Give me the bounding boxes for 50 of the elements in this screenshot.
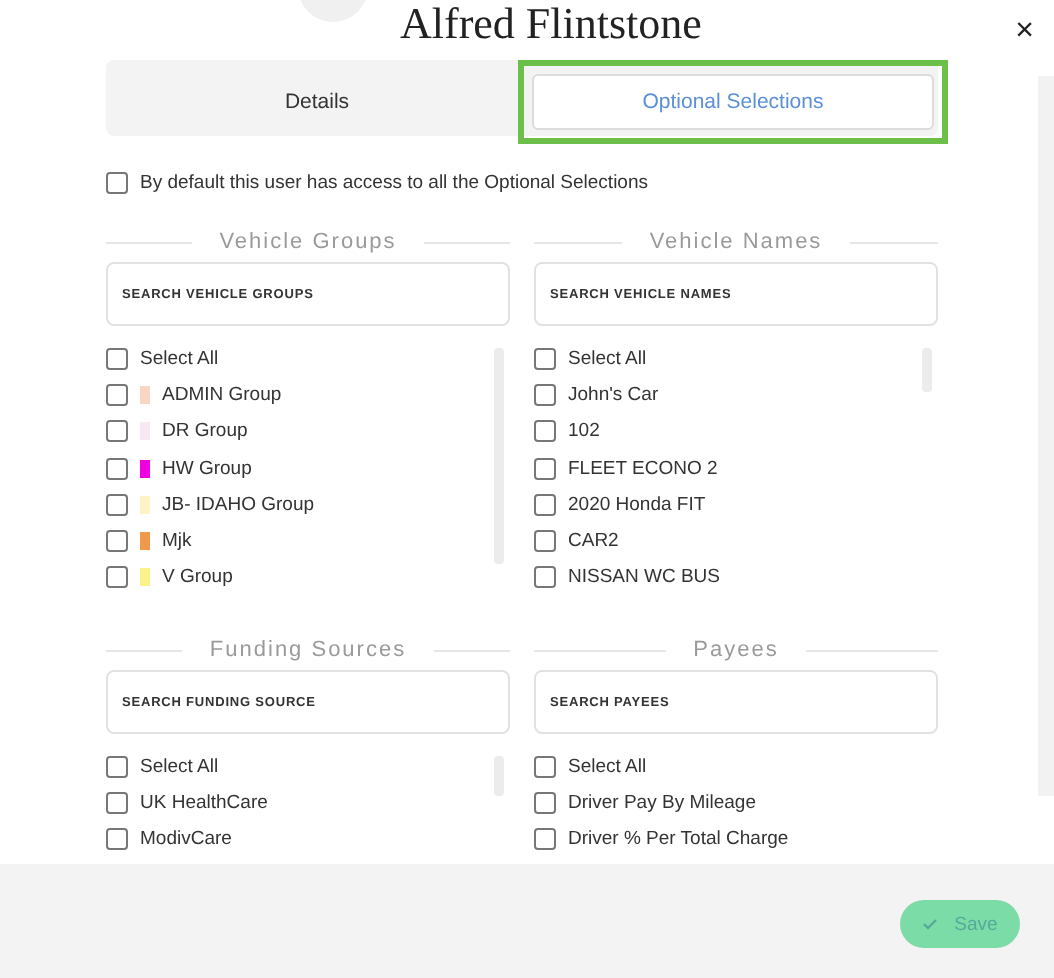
checkbox-label[interactable]: Select All bbox=[140, 755, 219, 778]
checkbox-label[interactable]: By default this user has access to all the Optional Selections bbox=[140, 172, 648, 194]
checkbox-label[interactable]: FLEET ECONO 2 bbox=[568, 457, 718, 480]
user-name: Alfred Flintstone bbox=[400, 0, 702, 48]
checkbox-label[interactable]: 102 bbox=[568, 420, 600, 443]
checkbox-label[interactable]: Select All bbox=[568, 347, 647, 370]
checkbox-label[interactable]: 2020 Honda FIT bbox=[568, 493, 706, 516]
checkbox[interactable] bbox=[106, 566, 128, 589]
section-heading: Vehicle Names bbox=[649, 230, 823, 254]
checkbox[interactable] bbox=[106, 828, 128, 851]
checkbox[interactable] bbox=[106, 457, 128, 480]
checkbox-label[interactable]: HW Group bbox=[162, 457, 252, 480]
checkbox-label[interactable]: V Group bbox=[162, 566, 233, 589]
checkbox-label[interactable]: DR Group bbox=[162, 420, 248, 443]
checkbox-label[interactable]: Select All bbox=[568, 755, 647, 778]
close-button[interactable]: × bbox=[1015, 16, 1034, 48]
checkbox-label[interactable]: JB- IDAHO Group bbox=[162, 493, 315, 516]
checkbox[interactable] bbox=[534, 347, 556, 370]
checkbox-label[interactable]: Driver % Per Total Charge bbox=[568, 828, 789, 851]
checkbox[interactable] bbox=[534, 530, 556, 553]
checkbox[interactable] bbox=[106, 493, 128, 516]
checkbox-label[interactable]: John's Car bbox=[568, 383, 659, 406]
checkbox-label[interactable]: Driver Pay By Mileage bbox=[568, 791, 756, 814]
checkbox-label[interactable]: CAR2 bbox=[568, 530, 619, 553]
section-heading: Funding Sources bbox=[209, 638, 407, 662]
checkbox[interactable] bbox=[106, 172, 128, 194]
checkbox[interactable] bbox=[534, 566, 556, 589]
checkbox-label[interactable]: NISSAN WC BUS bbox=[568, 566, 721, 589]
check-icon bbox=[922, 918, 939, 930]
checkbox[interactable] bbox=[106, 791, 128, 814]
checkbox[interactable] bbox=[106, 420, 128, 443]
section-heading: Payees bbox=[693, 638, 779, 662]
checkbox[interactable] bbox=[534, 383, 556, 406]
checkbox-label[interactable]: ADMIN Group bbox=[162, 383, 282, 406]
checkbox[interactable] bbox=[534, 791, 556, 814]
checkbox[interactable] bbox=[534, 493, 556, 516]
checkbox[interactable] bbox=[534, 755, 556, 778]
checkbox[interactable] bbox=[534, 420, 556, 443]
checkbox[interactable] bbox=[106, 347, 128, 370]
section-heading: Vehicle Groups bbox=[219, 230, 397, 254]
checkbox[interactable] bbox=[106, 383, 128, 406]
checkbox-label[interactable]: Mjk bbox=[162, 530, 192, 553]
checkbox[interactable] bbox=[534, 828, 556, 851]
tab[interactable]: Details bbox=[116, 74, 518, 130]
checkbox-label[interactable]: ModivCare bbox=[140, 828, 232, 851]
checkbox[interactable] bbox=[106, 530, 128, 553]
checkbox-label[interactable]: Select All bbox=[140, 347, 219, 370]
checkbox-label[interactable]: UK HealthCare bbox=[140, 791, 268, 814]
checkbox[interactable] bbox=[534, 457, 556, 480]
checkbox[interactable] bbox=[106, 755, 128, 778]
